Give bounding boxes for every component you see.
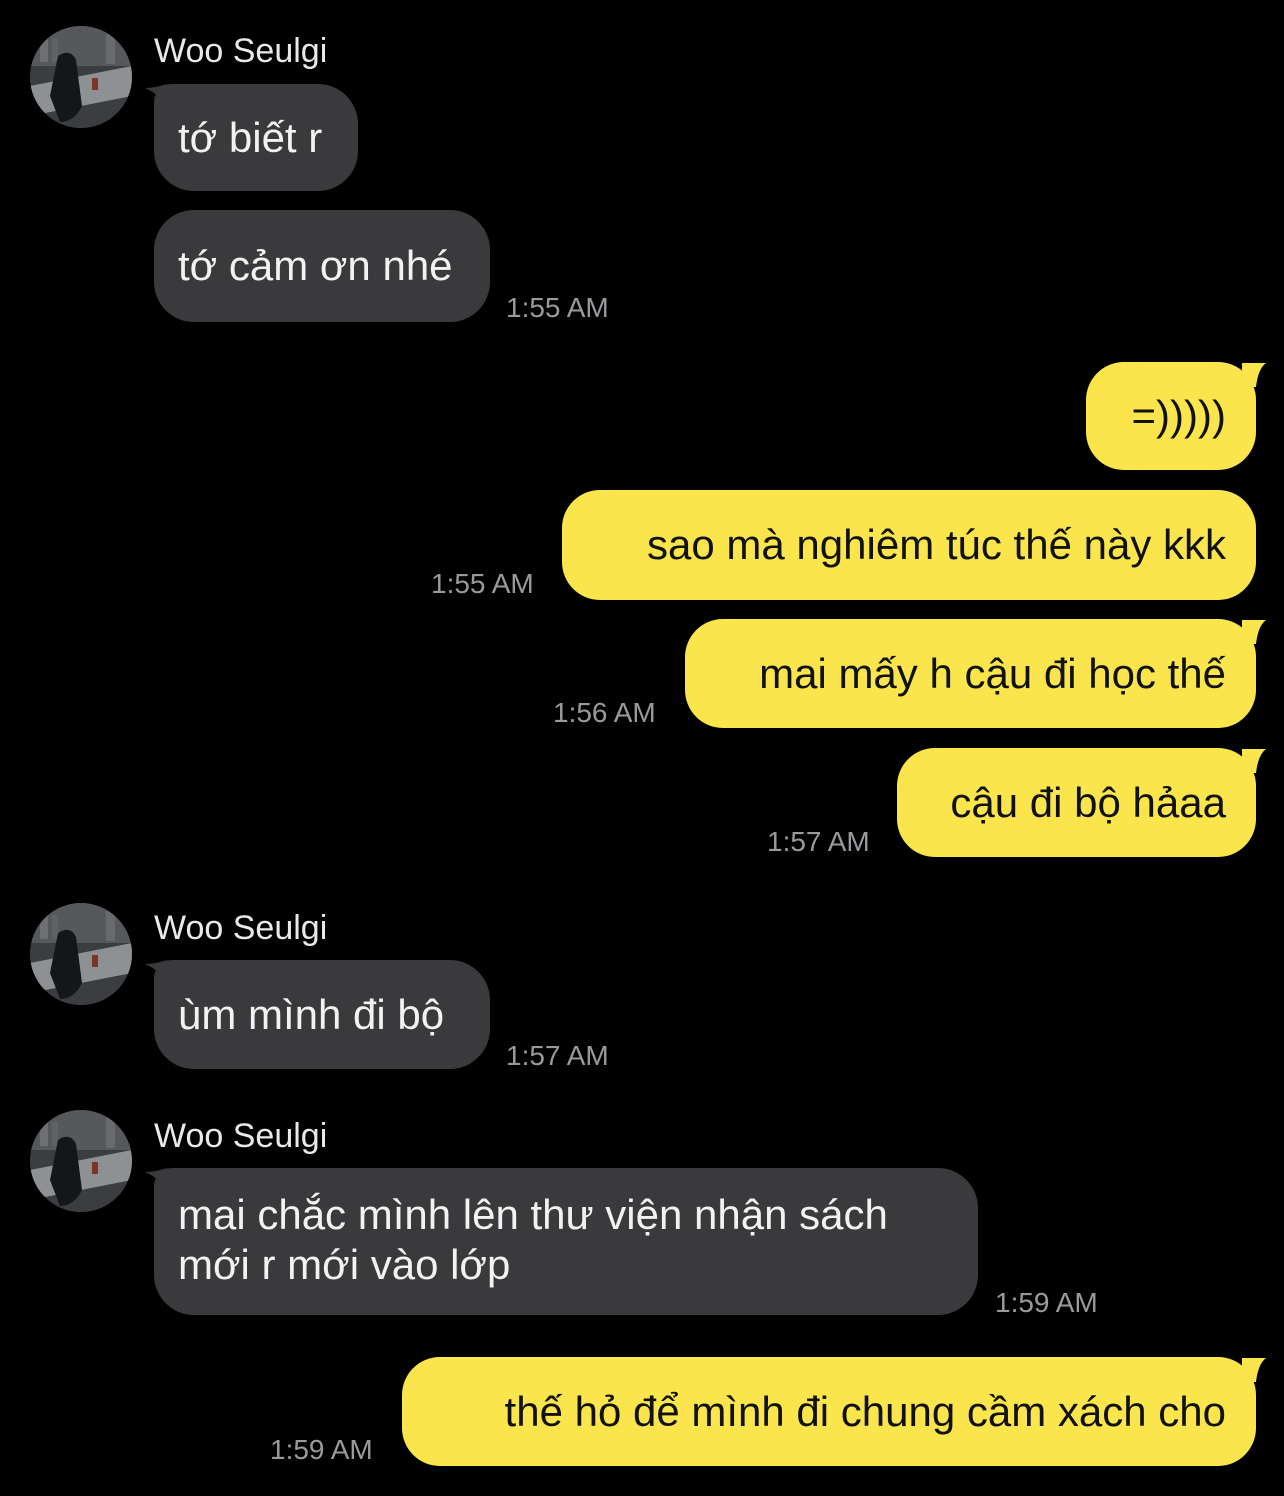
message-text: cậu đi bộ hảaa [950,778,1226,826]
message-text: ùm mình đi bộ [178,990,445,1038]
timestamp: 1:59 AM [270,1434,373,1465]
message-text: thế hỏ để mình đi chung cầm xách cho [504,1387,1226,1435]
message-bubble[interactable]: tớ biết r [154,84,358,191]
avatar[interactable] [30,26,132,128]
timestamp: 1:57 AM [506,1040,609,1071]
avatar[interactable] [30,1110,132,1212]
profile-photo-icon [30,1110,132,1212]
message-bubble-outgoing[interactable]: =))))) [1086,362,1256,470]
sender-name: Woo Seulgi [154,909,328,947]
bubble-tail-icon [1242,749,1266,773]
message-text: mai mấy h cậu đi học thế [759,649,1226,697]
timestamp: 1:59 AM [995,1287,1098,1318]
sender-name: Woo Seulgi [154,32,328,70]
message-text-line: mới r mới vào lớp [178,1241,511,1288]
message-bubble-outgoing[interactable]: cậu đi bộ hảaa [897,748,1256,857]
timestamp: 1:55 AM [506,292,609,323]
message-text: tớ cảm ơn nhé [178,242,453,289]
message-bubble[interactable]: ùm mình đi bộ [154,960,490,1069]
bubble-tail-icon [1242,363,1266,387]
avatar[interactable] [30,903,132,1005]
bubble-tail-icon [1242,1358,1266,1382]
timestamp: 1:55 AM [431,568,534,599]
message-bubble-outgoing[interactable]: thế hỏ để mình đi chung cầm xách cho [402,1357,1256,1466]
message-text: tớ biết r [178,113,323,161]
message-text: =))))) [1131,392,1226,439]
message-text: sao mà nghiêm túc thế này kkk [647,521,1226,568]
message-bubble[interactable]: tớ cảm ơn nhé [154,210,490,322]
profile-photo-icon [30,903,132,1005]
message-bubble-outgoing[interactable]: sao mà nghiêm túc thế này kkk [562,490,1256,600]
message-bubble[interactable]: mai chắc mình lên thư viện nhận sách mới… [154,1168,978,1315]
bubble-tail-icon [1242,620,1266,644]
sender-name: Woo Seulgi [154,1117,328,1155]
timestamp: 1:57 AM [767,826,870,857]
profile-photo-icon [30,26,132,128]
message-text-line: mai chắc mình lên thư viện nhận sách [178,1191,888,1238]
message-bubble-outgoing[interactable]: mai mấy h cậu đi học thế [685,619,1256,728]
timestamp: 1:56 AM [553,697,656,728]
